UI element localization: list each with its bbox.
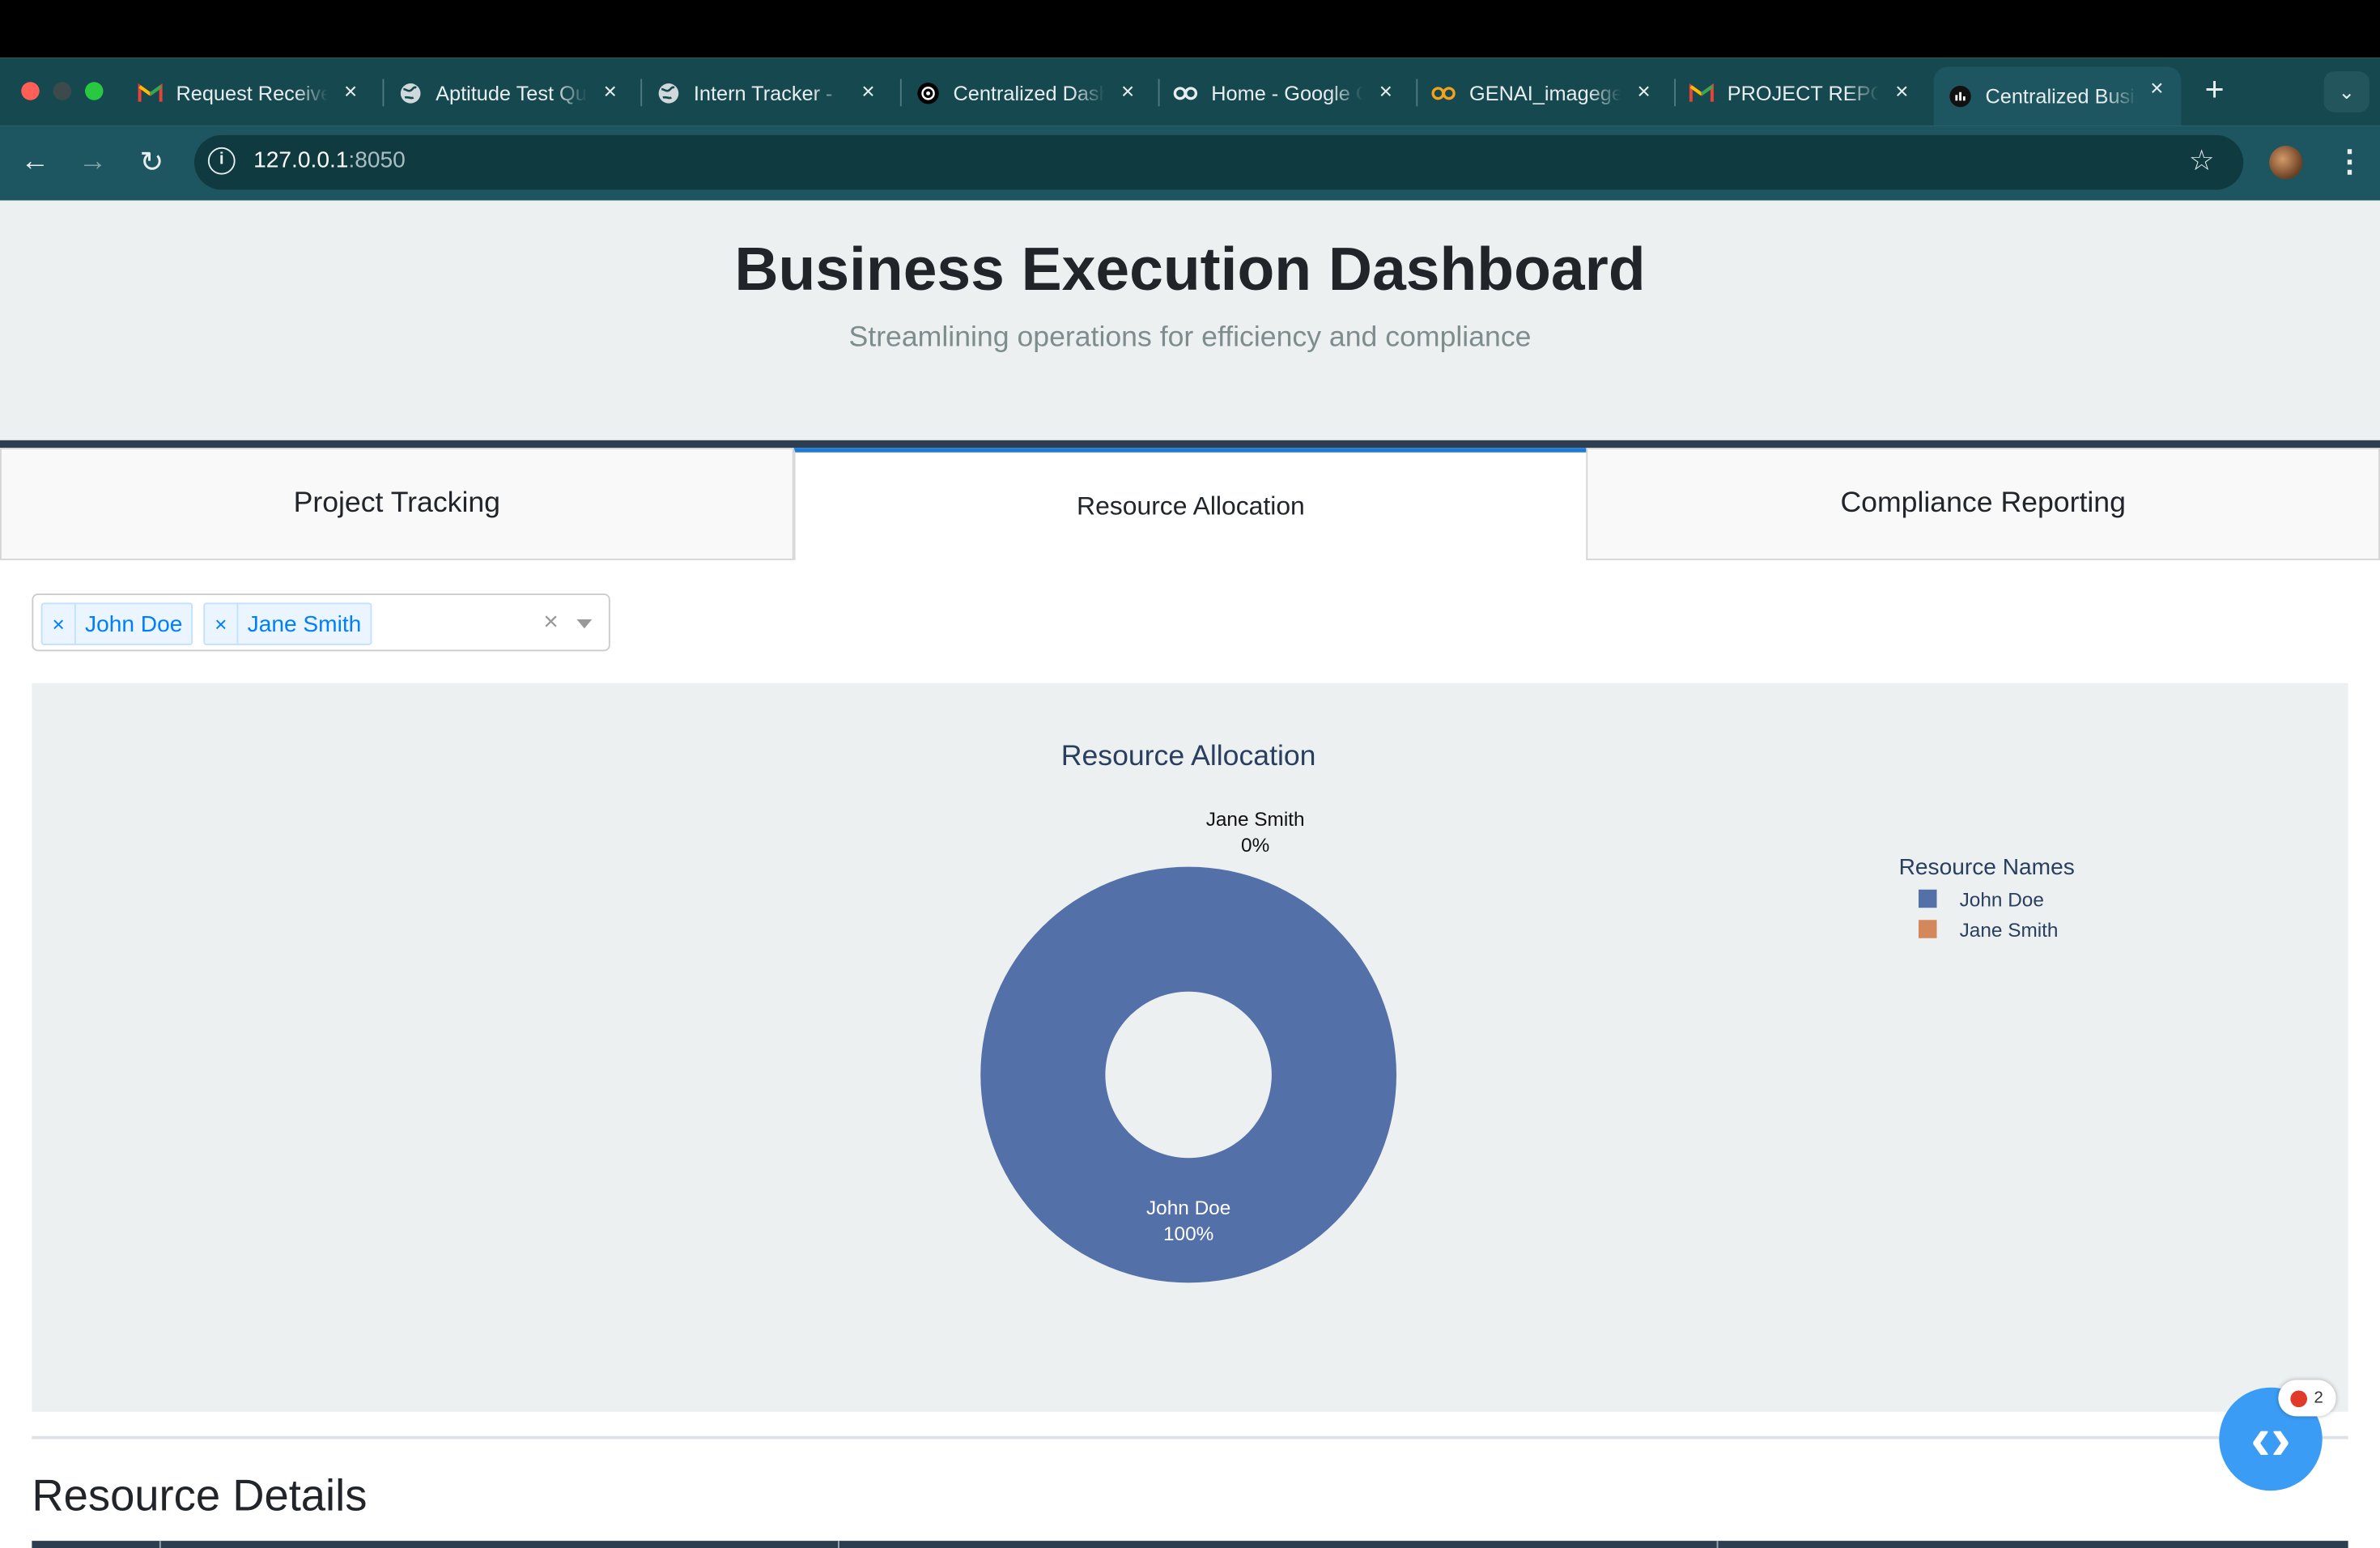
arrow-right-icon: → xyxy=(78,146,108,178)
bookmark-star-icon[interactable]: ☆ xyxy=(2189,144,2215,179)
error-dot-icon xyxy=(2291,1389,2308,1407)
minimize-window-button[interactable] xyxy=(53,82,72,100)
openai-icon xyxy=(916,80,940,104)
system-menu-bar xyxy=(0,0,2380,58)
tab-separator xyxy=(1158,79,1160,107)
dash-icon xyxy=(1948,84,1972,108)
tab-title: Request Received xyxy=(176,81,329,104)
site-info-icon[interactable]: i xyxy=(207,147,236,175)
browser-tab[interactable]: Home - Google Colab × xyxy=(1173,70,1398,115)
pie-chart-svg: Resource Allocation John Doe 100% Jane Smi… xyxy=(980,739,2075,1283)
section-divider xyxy=(32,1435,2348,1440)
tab-title: Centralized Dashboard xyxy=(953,81,1106,104)
close-tab-icon[interactable]: × xyxy=(1374,79,1398,105)
header-divider xyxy=(0,440,2380,449)
data-percent-jane-smith: 0% xyxy=(1241,835,1269,857)
close-tab-icon[interactable]: × xyxy=(2144,76,2169,102)
tab-title: Aptitude Test Questions xyxy=(436,81,588,104)
legend-swatch-john-doe[interactable] xyxy=(1919,889,1937,908)
profile-avatar[interactable] xyxy=(2269,146,2303,180)
data-percent-john-doe: 100% xyxy=(1163,1223,1213,1245)
close-tab-icon[interactable]: × xyxy=(1116,79,1140,105)
remove-chip-icon[interactable]: × xyxy=(43,604,76,644)
badge-count: 2 xyxy=(2314,1389,2323,1408)
legend-swatch-jane-smith[interactable] xyxy=(1919,920,1937,938)
forward-button[interactable]: → xyxy=(76,146,109,179)
tab-title: Centralized Business xyxy=(1985,85,2138,108)
remove-chip-icon[interactable]: × xyxy=(205,604,239,644)
globe-icon xyxy=(397,80,422,104)
browser-tab[interactable]: GENAI_imagegen × xyxy=(1431,70,1656,115)
gmail-icon xyxy=(1689,80,1714,104)
data-label-john-doe: John Doe xyxy=(1146,1197,1230,1219)
tab-separator xyxy=(1416,79,1418,107)
gmail-icon xyxy=(138,80,163,104)
close-window-button[interactable] xyxy=(21,82,40,100)
error-count-badge[interactable]: 2 xyxy=(2278,1380,2336,1417)
tab-title: Intern Tracker - xyxy=(693,81,833,104)
page-title: Business Execution Dashboard xyxy=(734,236,1646,304)
browser-tab[interactable]: Centralized Business × xyxy=(1933,66,2182,126)
legend-title: Resource Names xyxy=(1899,854,2075,879)
tab-label: Resource Allocation xyxy=(1077,491,1305,521)
browser-tab[interactable]: Request Received × xyxy=(138,70,363,115)
tab-compliance-reporting[interactable]: Compliance Reporting xyxy=(1586,448,2380,560)
pie-slice-john-doe[interactable] xyxy=(980,866,1396,1283)
legend-label-jane-smith[interactable]: Jane Smith xyxy=(1960,920,2059,942)
chip-label: Jane Smith xyxy=(247,610,362,637)
tab-project-tracking[interactable]: Project Tracking xyxy=(0,448,794,560)
colab-icon xyxy=(1431,80,1456,104)
chip-label: John Doe xyxy=(85,610,183,637)
selected-chip-jane-smith: × Jane Smith xyxy=(203,602,372,645)
table-column-divider xyxy=(1716,1541,1719,1548)
tab-separator xyxy=(1674,79,1676,107)
close-tab-icon[interactable]: × xyxy=(856,79,881,105)
tab-title: Home - Google Colab xyxy=(1211,81,1363,104)
back-button[interactable]: ← xyxy=(19,146,52,179)
selected-chip-john-doe: × John Doe xyxy=(40,602,193,645)
colab-icon xyxy=(1173,80,1198,104)
new-tab-button[interactable]: + xyxy=(2198,70,2231,109)
table-column-divider xyxy=(159,1541,161,1548)
tab-resource-allocation[interactable]: Resource Allocation xyxy=(793,448,1588,560)
resource-multi-select[interactable]: × John Doe × Jane Smith xyxy=(32,593,610,652)
browser-tab[interactable]: Intern Tracker - × xyxy=(656,70,881,115)
tab-separator xyxy=(899,79,902,107)
close-tab-icon[interactable]: × xyxy=(598,79,623,105)
resource-allocation-chart: Resource Allocation John Doe 100% Jane Smi… xyxy=(32,683,2348,1412)
tab-search-button[interactable]: ⌄ xyxy=(2323,71,2369,113)
address-bar[interactable] xyxy=(194,134,2244,190)
zoom-window-button[interactable] xyxy=(85,82,104,100)
tab-label: Project Tracking xyxy=(293,487,501,520)
browser-tab[interactable]: Centralized Dashboard × xyxy=(916,70,1141,115)
details-table-header xyxy=(32,1541,2348,1548)
url-text[interactable]: 127.0.0.1:8050 xyxy=(253,147,406,173)
chart-title: Resource Allocation xyxy=(1061,739,1316,772)
resource-details-heading: Resource Details xyxy=(32,1472,368,1521)
page-subtitle: Streamlining operations for efficiency a… xyxy=(848,321,1532,354)
page-header: Business Execution Dashboard Streamlinin… xyxy=(0,200,2380,440)
globe-icon xyxy=(656,80,680,104)
tab-separator xyxy=(640,79,643,107)
tab-title: GENAI_imagegen xyxy=(1469,81,1621,104)
browser-tab[interactable]: PROJECT REPORT × xyxy=(1689,70,1915,115)
chevron-down-icon: ⌄ xyxy=(2338,79,2355,103)
dropdown-arrow-icon[interactable] xyxy=(576,619,593,629)
arrow-left-icon: ← xyxy=(20,146,49,178)
tab-title: PROJECT REPORT xyxy=(1727,81,1880,104)
legend-label-john-doe[interactable]: John Doe xyxy=(1960,889,2044,911)
tab-separator xyxy=(382,79,385,107)
reload-button[interactable]: ↻ xyxy=(135,146,168,181)
close-tab-icon[interactable]: × xyxy=(338,79,363,105)
code-brackets-icon: ‹› xyxy=(2250,1405,2291,1472)
reload-icon: ↻ xyxy=(139,147,164,180)
browser-menu-icon[interactable]: ⋮ xyxy=(2335,142,2365,181)
table-column-divider xyxy=(838,1541,839,1548)
close-tab-icon[interactable]: × xyxy=(1889,79,1914,105)
data-label-jane-smith: Jane Smith xyxy=(1206,809,1305,831)
clear-selection-icon[interactable]: × xyxy=(543,607,559,638)
browser-tab[interactable]: Aptitude Test Questions × xyxy=(397,70,623,115)
tab-label: Compliance Reporting xyxy=(1840,487,2126,520)
close-tab-icon[interactable]: × xyxy=(1632,79,1656,105)
